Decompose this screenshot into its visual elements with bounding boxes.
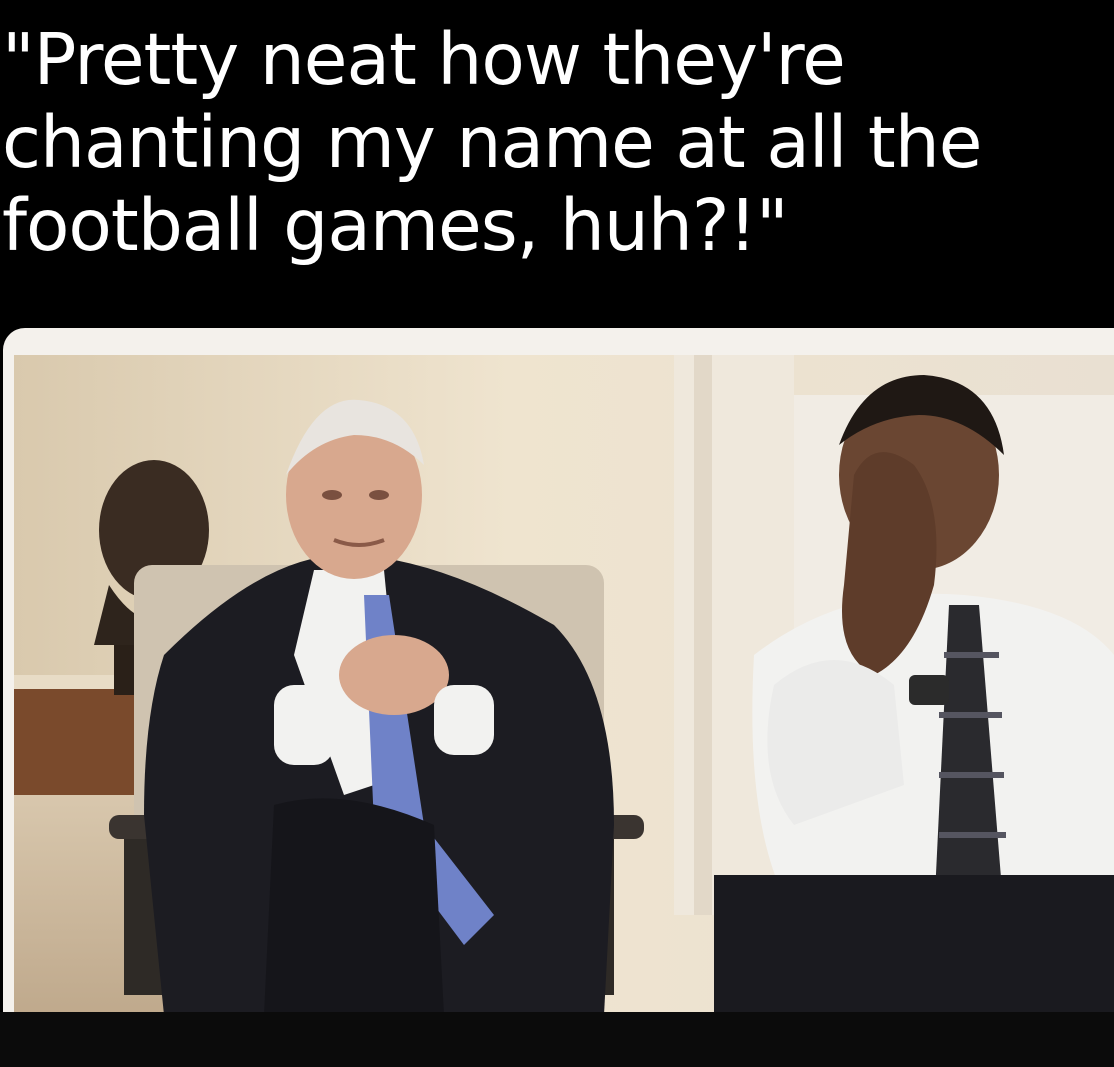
- caption-line: "Pretty neat how they're: [2, 18, 846, 101]
- caption-line: chanting my name at all the: [2, 101, 982, 184]
- meme-caption: "Pretty neat how they're chanting my nam…: [2, 18, 1102, 267]
- bottom-bar: [0, 1012, 1114, 1067]
- caption-line: football games, huh?!": [2, 184, 789, 267]
- office-photo: [14, 355, 1114, 1013]
- meme-image: "Pretty neat how they're chanting my nam…: [0, 0, 1114, 1067]
- photo-frame: [3, 328, 1114, 1013]
